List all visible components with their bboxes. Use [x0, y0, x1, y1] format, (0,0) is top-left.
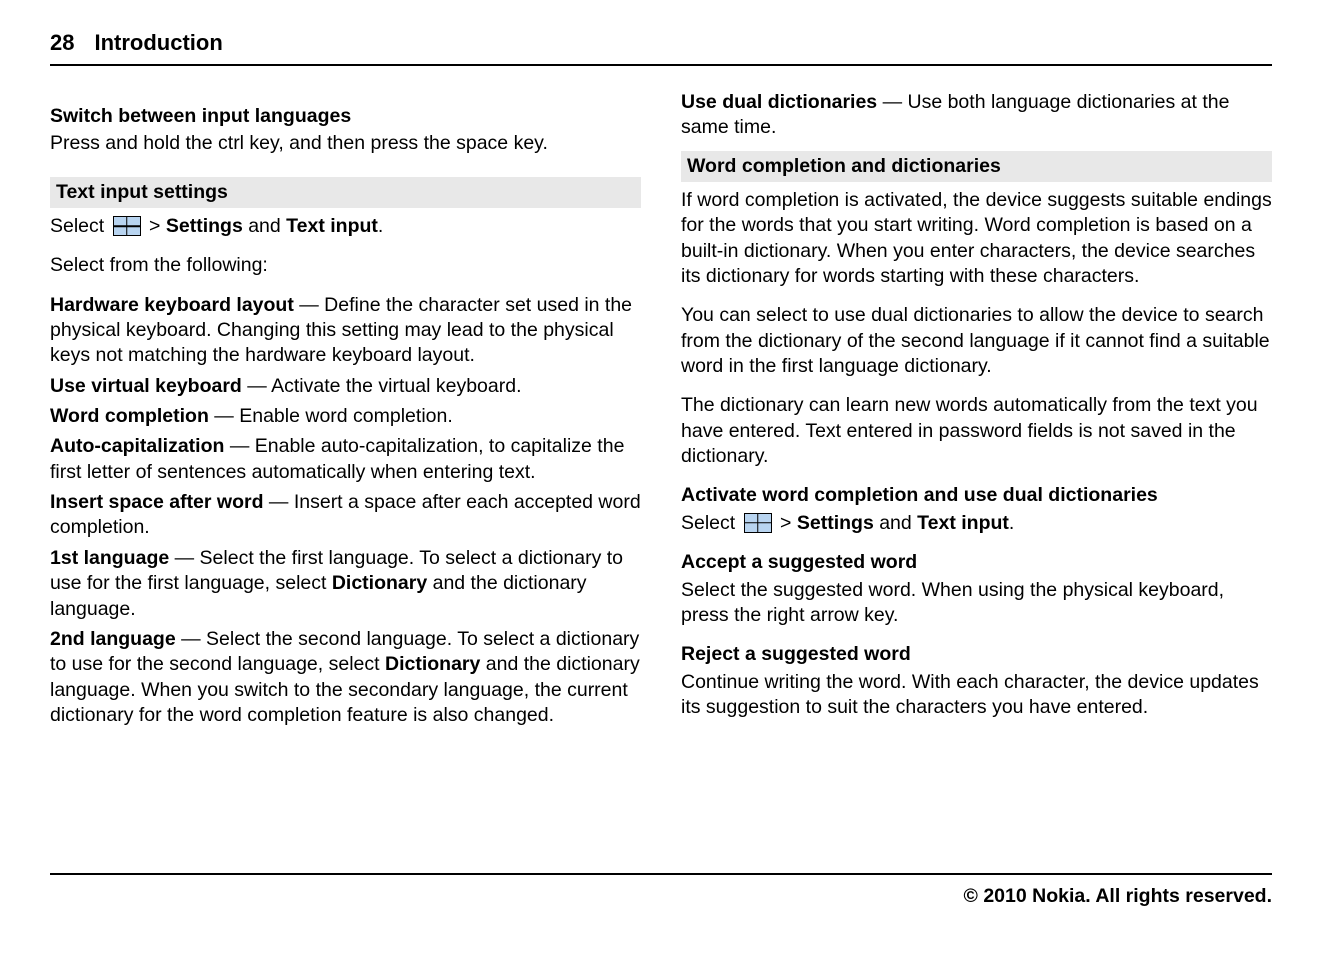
switch-languages-body: Press and hold the ctrl key, and then pr…: [50, 131, 641, 156]
settings-label: Settings: [166, 215, 243, 237]
copyright-text: © 2010 Nokia. All rights reserved.: [964, 885, 1272, 907]
def-insert-space: Insert space after word — Insert a space…: [50, 490, 641, 541]
def-dual-dictionaries: Use dual dictionaries — Use both languag…: [681, 90, 1272, 141]
def-auto-capitalization: Auto-capitalization — Enable auto-capita…: [50, 434, 641, 485]
right-column: Use dual dictionaries — Use both languag…: [681, 90, 1272, 734]
activate-body: Select > Settings and Text input.: [681, 511, 1272, 536]
text-input-settings-heading: Text input settings: [50, 177, 641, 208]
reject-body: Continue writing the word. With each cha…: [681, 670, 1272, 721]
reject-heading: Reject a suggested word: [681, 642, 1272, 667]
activate-heading: Activate word completion and use dual di…: [681, 483, 1272, 508]
accept-body: Select the suggested word. When using th…: [681, 578, 1272, 629]
page-number: 28Introduction: [50, 30, 223, 55]
word-completion-para2: You can select to use dual dictionaries …: [681, 303, 1272, 379]
def-second-language: 2nd language — Select the second languag…: [50, 627, 641, 728]
left-column: Switch between input languages Press and…: [50, 90, 641, 734]
text-input-label: Text input: [917, 512, 1009, 534]
select-settings-line: Select > Settings and Text input.: [50, 214, 641, 239]
content-columns: Switch between input languages Press and…: [50, 90, 1272, 734]
dictionary-label: Dictionary: [332, 572, 427, 594]
accept-heading: Accept a suggested word: [681, 550, 1272, 575]
word-completion-para1: If word completion is activated, the dev…: [681, 188, 1272, 289]
def-hardware-keyboard: Hardware keyboard layout — Define the ch…: [50, 293, 641, 369]
page-header: 28Introduction: [50, 30, 1272, 66]
word-completion-para3: The dictionary can learn new words autom…: [681, 393, 1272, 469]
settings-label: Settings: [797, 512, 874, 534]
page-footer: © 2010 Nokia. All rights reserved.: [50, 873, 1272, 908]
def-word-completion: Word completion — Enable word completion…: [50, 404, 641, 429]
definition-list: Hardware keyboard layout — Define the ch…: [50, 293, 641, 729]
dictionary-label: Dictionary: [385, 653, 480, 675]
switch-languages-heading: Switch between input languages: [50, 104, 641, 129]
menu-grid-icon: [744, 513, 772, 533]
select-following: Select from the following:: [50, 253, 641, 278]
def-first-language: 1st language — Select the first language…: [50, 546, 641, 622]
word-completion-heading: Word completion and dictionaries: [681, 151, 1272, 182]
menu-grid-icon: [113, 216, 141, 236]
text-input-label: Text input: [286, 215, 378, 237]
def-virtual-keyboard: Use virtual keyboard — Activate the virt…: [50, 374, 641, 399]
